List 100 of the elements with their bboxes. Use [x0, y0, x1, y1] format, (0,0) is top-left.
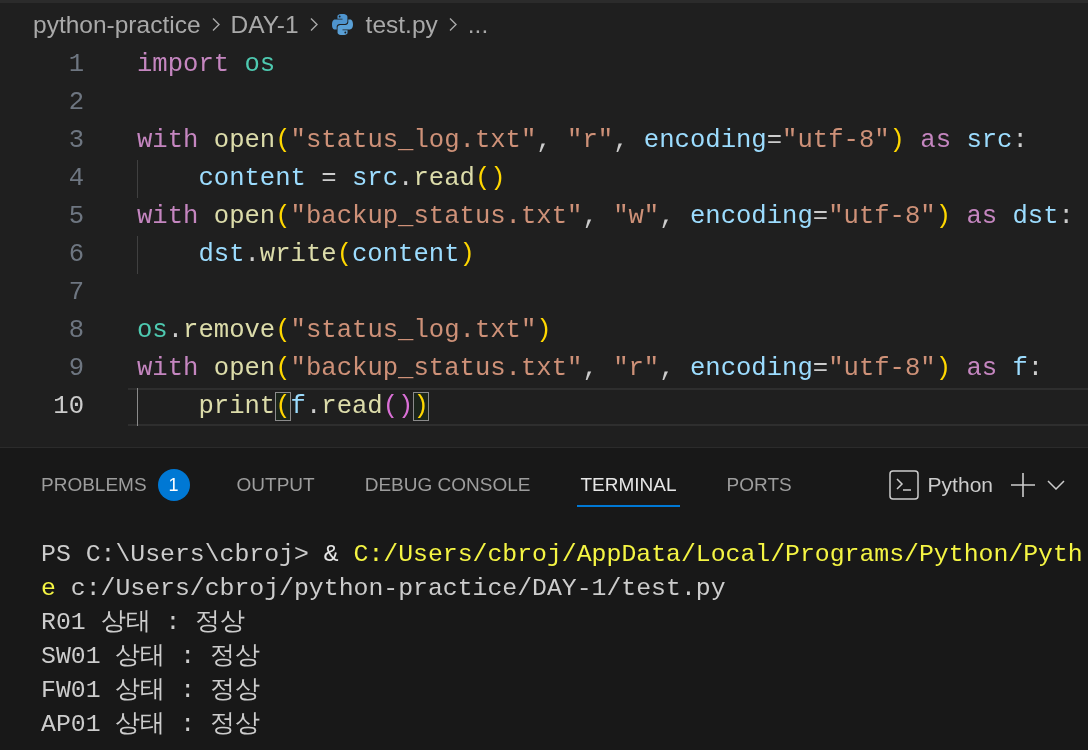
terminal-prompt: PS C:\Users\cbroj> [41, 540, 309, 568]
punctuation: : [1058, 202, 1074, 231]
terminal-output: FW01 상태 : 정상 [41, 676, 261, 704]
punctuation: , [659, 202, 675, 231]
line-number: 4 [67, 164, 84, 194]
string-literal: "status_log.txt" [290, 316, 537, 345]
chevron-right-icon [211, 17, 220, 32]
string-literal: "utf-8" [828, 202, 936, 231]
parameter-name: encoding [689, 202, 813, 231]
punctuation: , [659, 354, 675, 383]
punctuation: , [536, 126, 552, 155]
bracket: ( [336, 240, 352, 269]
breadcrumb-file[interactable]: test.py [365, 9, 438, 40]
panel-tab[interactable]: PROBLEMS [38, 473, 150, 507]
chevron-right-icon [448, 17, 457, 32]
line-number: 8 [67, 316, 84, 346]
bracket: ( [275, 202, 291, 231]
keyword: as [920, 126, 952, 155]
panel-tab[interactable]: PORTS [723, 473, 795, 507]
line-number: 10 [52, 392, 84, 422]
bracket: ( [275, 126, 291, 155]
function-name: open [213, 126, 276, 155]
string-literal: "backup_status.txt" [290, 354, 583, 383]
punctuation: . [398, 164, 414, 193]
punctuation: . [244, 240, 260, 269]
parameter-name: encoding [689, 354, 813, 383]
line-number: 9 [67, 354, 84, 384]
keyword: as [966, 202, 998, 231]
module-name: os [137, 316, 168, 345]
shell-selector-button[interactable]: Python [888, 470, 993, 500]
punctuation: : [1027, 354, 1044, 383]
punctuation: , [582, 202, 598, 231]
bracket: ( [382, 392, 399, 421]
punctuation: . [167, 316, 184, 345]
keyword: as [966, 354, 998, 383]
bracket: ( [275, 316, 291, 345]
python-file-icon [331, 14, 353, 35]
chevron-down-icon [1047, 480, 1065, 490]
variable-name: f [290, 392, 306, 421]
punctuation: . [305, 392, 322, 421]
new-terminal-button[interactable] [1011, 473, 1035, 497]
parameter-name: encoding [643, 126, 767, 155]
function-name: open [213, 202, 276, 231]
panel-tab[interactable]: TERMINAL [577, 473, 680, 507]
string-literal: "backup_status.txt" [290, 202, 583, 231]
punctuation: = [766, 126, 783, 155]
bracket: ) [398, 392, 414, 421]
punctuation: = [321, 164, 337, 193]
panel-tab[interactable]: OUTPUT [233, 473, 318, 507]
line-number: 5 [67, 202, 84, 232]
bracket: ) [413, 392, 429, 421]
variable-name: content [198, 164, 306, 193]
variable-name: content [352, 240, 460, 269]
terminal-output: R01 상태 : 정상 [41, 608, 246, 636]
bracket: ( [474, 164, 491, 193]
breadcrumb-more[interactable]: ... [467, 9, 489, 40]
punctuation: , [582, 354, 598, 383]
bracket: ) [459, 240, 475, 269]
bracket: ) [889, 126, 905, 155]
breadcrumb-folder[interactable]: python-practice [33, 9, 201, 40]
bracket: ) [935, 354, 952, 383]
breadcrumb-folder[interactable]: DAY-1 [230, 9, 299, 40]
string-literal: "r" [613, 354, 660, 383]
line-number: 6 [67, 240, 84, 270]
function-name: open [213, 354, 276, 383]
dropdown-button[interactable] [1047, 480, 1065, 490]
indent-guide [137, 160, 138, 198]
punctuation: : [1012, 126, 1028, 155]
variable-name: src [352, 164, 399, 193]
terminal-output: AP01 상태 : 정상 [41, 710, 261, 738]
line-number: 7 [67, 278, 84, 308]
command-path: C:/Users/cbroj/AppData/Local/Programs/Python/Pyth [353, 540, 1083, 568]
panel-tab[interactable]: DEBUG CONSOLE [361, 473, 534, 507]
function-name: write [259, 240, 337, 269]
string-literal: "utf-8" [828, 354, 936, 383]
bracket: ) [935, 202, 952, 231]
function-name: remove [183, 316, 276, 345]
variable-name: dst [198, 240, 245, 269]
keyword: with [137, 354, 199, 383]
bracket: ) [536, 316, 552, 345]
module-name: os [244, 50, 276, 79]
bracket: ( [275, 354, 291, 383]
punctuation: = [812, 354, 829, 383]
string-literal: "r" [567, 126, 614, 155]
plus-icon [1011, 473, 1035, 497]
string-literal: "utf-8" [782, 126, 890, 155]
indent-guide [137, 388, 138, 426]
keyword: with [137, 126, 199, 155]
function-name: print [198, 392, 276, 421]
script-path: c:/Users/cbroj/python-practice/DAY-1/test.py [70, 574, 726, 602]
function-name: read [321, 392, 383, 421]
line-number: 2 [67, 88, 84, 118]
keyword: import [137, 50, 230, 79]
chevron-right-icon [309, 17, 318, 32]
call-operator: & [323, 540, 339, 568]
command-path: e [41, 574, 56, 602]
line-number: 3 [67, 126, 84, 156]
variable-name: src [966, 126, 1013, 155]
string-literal: "status_log.txt" [290, 126, 537, 155]
string-literal: "w" [613, 202, 660, 231]
